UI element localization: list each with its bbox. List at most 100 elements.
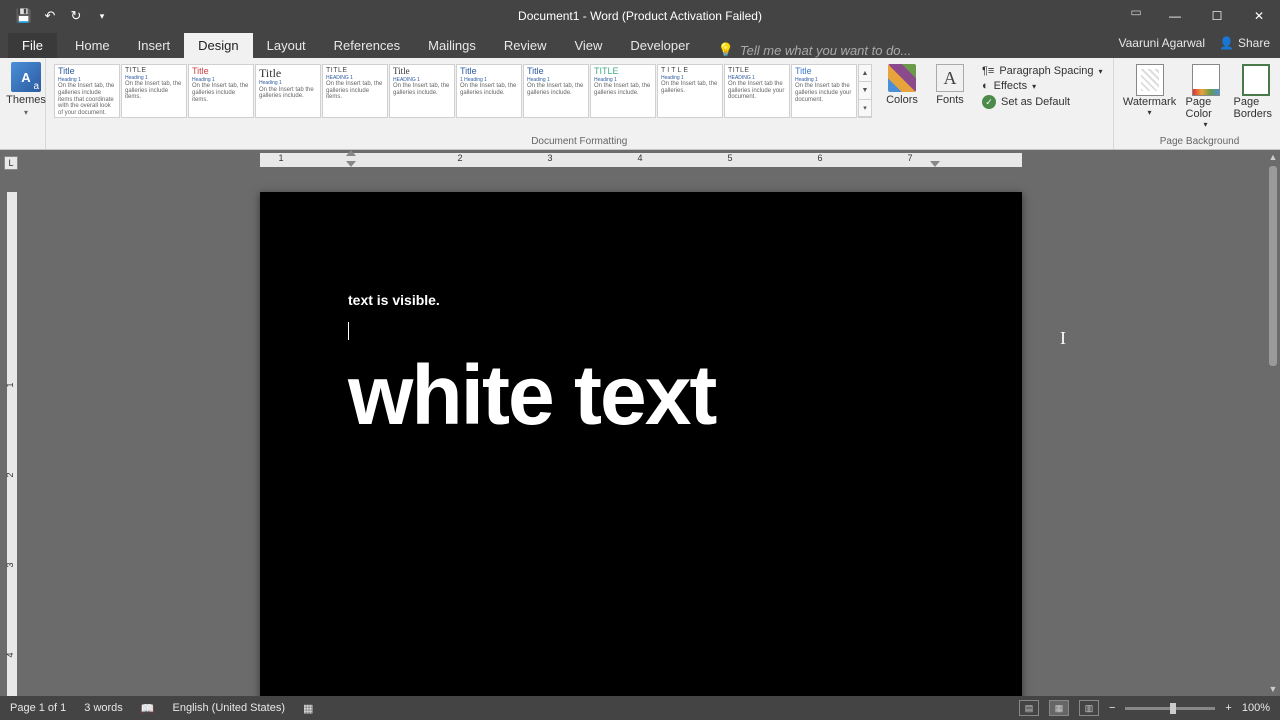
status-language[interactable]: English (United States) bbox=[173, 702, 286, 714]
paragraph-icon: ¶≡ bbox=[982, 65, 994, 77]
minimize-button[interactable]: — bbox=[1154, 0, 1196, 32]
quick-access-toolbar: 💾 ↶ ↻ ▾ bbox=[0, 4, 114, 28]
hanging-indent[interactable] bbox=[346, 161, 356, 167]
chevron-down-icon: ▾ bbox=[1204, 120, 1208, 129]
style-thumb[interactable]: TitleHeading 1On the Insert tab the gall… bbox=[255, 64, 321, 118]
user-name[interactable]: Vaaruni Agarwal bbox=[1119, 36, 1206, 50]
zoom-level[interactable]: 100% bbox=[1242, 702, 1270, 714]
heading-text[interactable]: white text bbox=[348, 353, 934, 437]
scroll-up-icon[interactable]: ▲ bbox=[1266, 150, 1280, 164]
right-indent[interactable] bbox=[930, 161, 940, 167]
body-text-line[interactable]: text is visible. bbox=[348, 292, 934, 308]
tab-mailings[interactable]: Mailings bbox=[414, 33, 490, 58]
macro-icon[interactable]: ▦ bbox=[303, 702, 313, 715]
page-content[interactable]: text is visible. white text bbox=[260, 192, 1022, 437]
formatting-options: ¶≡Paragraph Spacing▾ ◐Effects▾ ✓Set as D… bbox=[980, 62, 1105, 120]
first-line-indent[interactable] bbox=[346, 150, 356, 156]
tab-design[interactable]: Design bbox=[184, 33, 252, 58]
tab-developer[interactable]: Developer bbox=[616, 33, 703, 58]
style-thumb[interactable]: TITLEHeading 1On the Insert tab, the gal… bbox=[590, 64, 656, 118]
style-thumb[interactable]: TitleHEADING 1On the Insert tab the gall… bbox=[724, 64, 790, 118]
share-icon: 👤 bbox=[1219, 36, 1234, 50]
horizontal-ruler[interactable]: 1 2 3 4 5 6 7 bbox=[20, 150, 1280, 168]
style-gallery[interactable]: TitleHeading 1On the Insert tab, the gal… bbox=[54, 62, 872, 120]
proofing-icon[interactable]: 📖 bbox=[141, 702, 155, 715]
tab-selector[interactable]: L bbox=[4, 156, 18, 170]
window-title: Document1 - Word (Product Activation Fai… bbox=[518, 9, 762, 23]
tab-insert[interactable]: Insert bbox=[124, 33, 185, 58]
vertical-scrollbar[interactable]: ▲ ▼ bbox=[1266, 150, 1280, 696]
view-read-button[interactable]: ▤ bbox=[1019, 700, 1039, 716]
vertical-ruler[interactable]: 1 2 3 4 bbox=[0, 170, 20, 696]
style-thumb[interactable]: TITLEHEADING 1On the Insert tab, the gal… bbox=[322, 64, 388, 118]
scroll-down-icon[interactable]: ▼ bbox=[1266, 682, 1280, 696]
page[interactable]: text is visible. white text I bbox=[260, 192, 1022, 696]
page-color-button[interactable]: Page Color▾ bbox=[1186, 64, 1226, 129]
colors-label: Colors bbox=[886, 94, 918, 106]
colors-icon bbox=[888, 64, 916, 92]
gallery-scroll[interactable]: ▲ ▼ ▾ bbox=[858, 64, 872, 118]
tab-file[interactable]: File bbox=[8, 33, 57, 58]
qat-customize[interactable]: ▾ bbox=[90, 4, 114, 28]
fonts-icon: A bbox=[936, 64, 964, 92]
zoom-out-button[interactable]: − bbox=[1109, 702, 1115, 714]
tab-view[interactable]: View bbox=[560, 33, 616, 58]
style-thumb[interactable]: TitleHeading 1On the Insert tab, the gal… bbox=[523, 64, 589, 118]
ribbon: File Home Insert Design Layout Reference… bbox=[0, 32, 1280, 150]
tab-home[interactable]: Home bbox=[61, 33, 124, 58]
chevron-down-icon: ▾ bbox=[1099, 67, 1103, 76]
save-button[interactable]: 💾 bbox=[12, 4, 36, 28]
view-print-button[interactable]: ▦ bbox=[1049, 700, 1069, 716]
ribbon-display-button[interactable]: ▭ bbox=[1124, 0, 1148, 24]
style-thumb[interactable]: TitleHeading 1On the Insert tab, the gal… bbox=[54, 64, 120, 118]
maximize-button[interactable]: ☐ bbox=[1196, 0, 1238, 32]
ruler-tick: 1 bbox=[276, 153, 286, 163]
themes-button[interactable]: A Themes ▾ bbox=[8, 62, 44, 117]
gallery-down-icon[interactable]: ▼ bbox=[859, 82, 871, 99]
close-button[interactable]: ✕ bbox=[1238, 0, 1280, 32]
effects-label: Effects bbox=[994, 80, 1027, 92]
paragraph-spacing-button[interactable]: ¶≡Paragraph Spacing▾ bbox=[980, 64, 1105, 78]
chevron-down-icon: ▾ bbox=[1032, 82, 1036, 91]
tab-review[interactable]: Review bbox=[490, 33, 561, 58]
set-default-button[interactable]: ✓Set as Default bbox=[980, 94, 1105, 110]
fonts-button[interactable]: A Fonts bbox=[930, 64, 970, 120]
tab-layout[interactable]: Layout bbox=[253, 33, 320, 58]
undo-button[interactable]: ↶ bbox=[38, 4, 62, 28]
page-borders-button[interactable]: Page Borders bbox=[1234, 64, 1278, 129]
style-thumb[interactable]: TitleHEADING 1On the Insert tab, the gal… bbox=[389, 64, 455, 118]
ruler-tick: 6 bbox=[815, 153, 825, 163]
tab-references[interactable]: References bbox=[320, 33, 414, 58]
effects-button[interactable]: ◐Effects▾ bbox=[980, 79, 1105, 93]
ruler-tick: 4 bbox=[5, 648, 15, 662]
chevron-down-icon: ▾ bbox=[1148, 108, 1152, 117]
chevron-down-icon: ▾ bbox=[24, 108, 28, 117]
gallery-up-icon[interactable]: ▲ bbox=[859, 65, 871, 82]
tell-me-placeholder: Tell me what you want to do... bbox=[740, 43, 912, 58]
scroll-thumb[interactable] bbox=[1269, 166, 1277, 366]
style-thumb[interactable]: TitleHeading 1On the Insert tab, the gal… bbox=[188, 64, 254, 118]
watermark-button[interactable]: Watermark▾ bbox=[1122, 64, 1178, 129]
fonts-label: Fonts bbox=[936, 94, 964, 106]
ruler-tick: 1 bbox=[5, 378, 15, 392]
style-thumb[interactable]: TITLEHeading 1On the Insert tab, the gal… bbox=[657, 64, 723, 118]
document-area[interactable]: text is visible. white text I bbox=[20, 172, 1266, 696]
style-thumb[interactable]: Title1 Heading 1On the Insert tab, the g… bbox=[456, 64, 522, 118]
zoom-slider[interactable] bbox=[1125, 707, 1215, 710]
share-button[interactable]: 👤 Share bbox=[1219, 36, 1270, 50]
view-web-button[interactable]: ▥ bbox=[1079, 700, 1099, 716]
style-thumb[interactable]: TitleHeading 1On the Insert tab the gall… bbox=[791, 64, 857, 118]
group-page-background: Watermark▾ Page Color▾ Page Borders Page… bbox=[1114, 58, 1280, 149]
redo-button[interactable]: ↻ bbox=[64, 4, 88, 28]
gallery-more-icon[interactable]: ▾ bbox=[859, 100, 871, 117]
status-page[interactable]: Page 1 of 1 bbox=[10, 702, 66, 714]
zoom-in-button[interactable]: + bbox=[1225, 702, 1231, 714]
colors-button[interactable]: Colors bbox=[882, 64, 922, 120]
group-label-page-background: Page Background bbox=[1122, 134, 1278, 147]
style-thumb[interactable]: TITLEHeading 1On the Insert tab, the gal… bbox=[121, 64, 187, 118]
text-cursor bbox=[348, 322, 349, 340]
status-words[interactable]: 3 words bbox=[84, 702, 123, 714]
ribbon-tabs: File Home Insert Design Layout Reference… bbox=[0, 32, 1280, 58]
tell-me-search[interactable]: 💡 Tell me what you want to do... bbox=[704, 42, 912, 58]
user-area: Vaaruni Agarwal 👤 Share bbox=[1119, 36, 1270, 50]
